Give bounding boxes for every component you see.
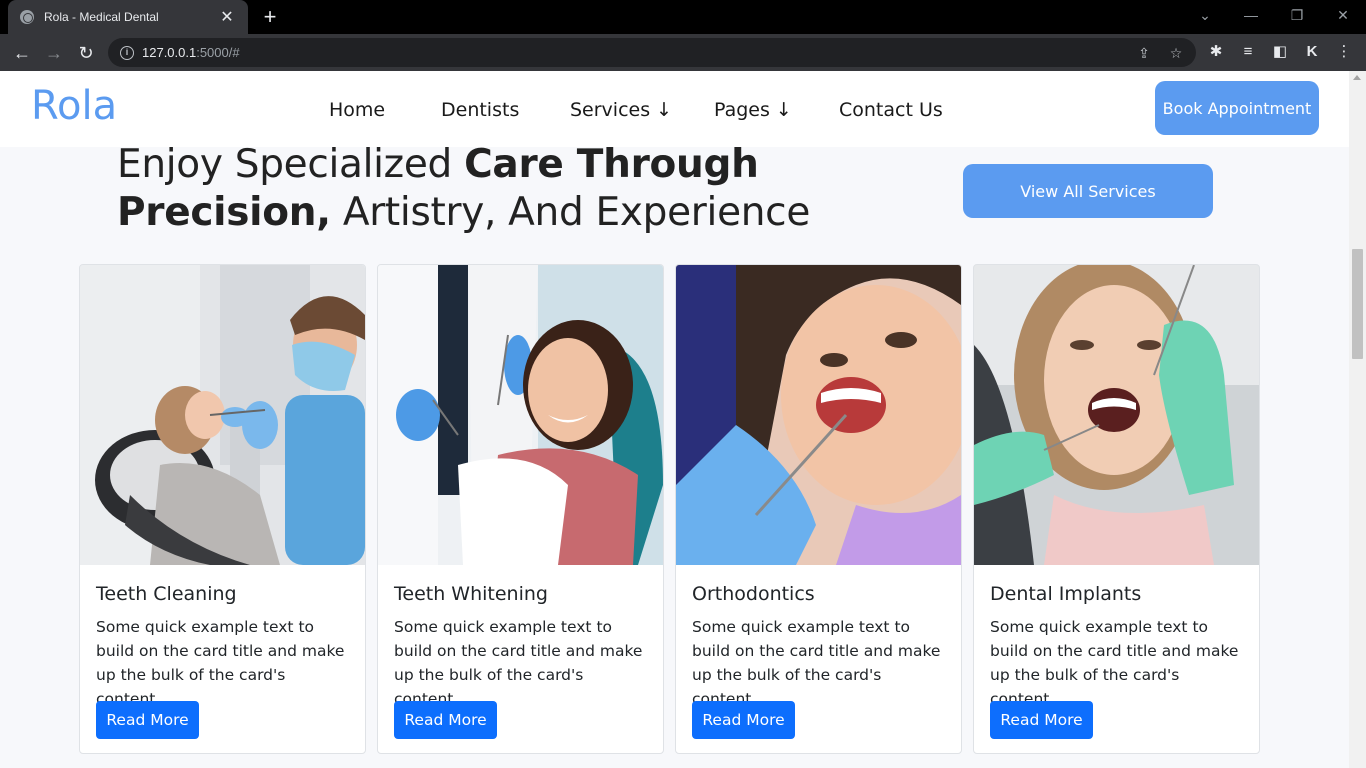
page-viewport: Rola Home Dentists Services ↓ Pages ↓ Co…: [0, 71, 1349, 768]
view-all-services-button[interactable]: View All Services: [963, 164, 1213, 218]
nav-services-dropdown[interactable]: Services ↓: [570, 99, 672, 121]
card-title: Teeth Cleaning: [96, 583, 237, 605]
service-card: Orthodontics Some quick example text to …: [675, 264, 962, 754]
browser-tab-strip: Rola - Medical Dental ✕ + ⌄ — ❐ ✕: [0, 0, 1366, 34]
nav-pages-dropdown[interactable]: Pages ↓: [714, 99, 792, 121]
card-text: Some quick example text to build on the …: [96, 618, 345, 708]
nav-home[interactable]: Home: [329, 99, 385, 121]
close-window-icon[interactable]: ✕: [1320, 0, 1366, 30]
card-image-teeth-whitening: [378, 265, 663, 565]
browser-toolbar: ← → ↻ i 127.0.0.1 :5000/# ⇪ ☆ ✱ ≡ ◧ K ⋮: [0, 34, 1366, 71]
card-title: Dental Implants: [990, 583, 1142, 605]
card-image-orthodontics: [676, 265, 961, 565]
site-info-icon[interactable]: i: [120, 45, 134, 60]
service-card: Teeth Whitening Some quick example text …: [377, 264, 664, 754]
scroll-thumb[interactable]: [1352, 249, 1363, 359]
heading-part: Artistry, And Experience: [330, 190, 811, 235]
profile-k-icon[interactable]: K: [1302, 42, 1322, 62]
site-navbar: Rola Home Dentists Services ↓ Pages ↓ Co…: [0, 71, 1349, 147]
page-scrollbar[interactable]: [1349, 71, 1366, 768]
url-host: 127.0.0.1: [142, 45, 197, 60]
tab-search-icon[interactable]: ⌄: [1182, 0, 1228, 30]
minimize-icon[interactable]: —: [1228, 0, 1274, 30]
nav-contact-us[interactable]: Contact Us: [839, 99, 943, 121]
tab-title: Rola - Medical Dental: [44, 10, 159, 24]
card-text: Some quick example text to build on the …: [692, 618, 941, 708]
side-panel-icon[interactable]: ◧: [1270, 42, 1290, 62]
card-text: Some quick example text to build on the …: [990, 618, 1239, 708]
card-text: Some quick example text to build on the …: [394, 618, 643, 708]
reload-icon[interactable]: ↻: [72, 39, 100, 67]
bookmark-star-icon[interactable]: ☆: [1168, 45, 1184, 61]
share-icon[interactable]: ⇪: [1136, 45, 1152, 61]
extensions-puzzle-icon[interactable]: ✱: [1206, 42, 1226, 62]
read-more-button[interactable]: Read More: [990, 701, 1093, 739]
read-more-button[interactable]: Read More: [96, 701, 199, 739]
book-appointment-button[interactable]: Book Appointment: [1155, 81, 1319, 135]
close-tab-icon[interactable]: ✕: [218, 7, 236, 27]
card-title: Teeth Whitening: [394, 583, 548, 605]
card-title: Orthodontics: [692, 583, 815, 605]
url-path: :5000/#: [196, 45, 240, 60]
card-image-dental-implants: [974, 265, 1259, 565]
forward-icon[interactable]: →: [40, 39, 68, 67]
service-card: Teeth Cleaning Some quick example text t…: [79, 264, 366, 754]
section-heading: Enjoy Specialized Care Through Precision…: [117, 141, 817, 237]
heading-bold-part: Precision,: [117, 190, 331, 235]
heading-part: Enjoy Specialized: [117, 142, 465, 187]
new-tab-button[interactable]: +: [258, 4, 282, 30]
read-more-button[interactable]: Read More: [394, 701, 497, 739]
globe-icon: [20, 10, 34, 24]
scroll-up-arrow-icon[interactable]: [1353, 75, 1361, 80]
back-icon[interactable]: ←: [8, 39, 36, 67]
service-card: Dental Implants Some quick example text …: [973, 264, 1260, 754]
address-bar[interactable]: i 127.0.0.1 :5000/# ⇪ ☆: [108, 38, 1196, 67]
read-more-button[interactable]: Read More: [692, 701, 795, 739]
brand-logo[interactable]: Rola: [31, 83, 117, 129]
reading-list-icon[interactable]: ≡: [1238, 42, 1258, 62]
browser-tab[interactable]: Rola - Medical Dental ✕: [8, 0, 248, 34]
heading-bold-part: Care Through: [464, 142, 759, 187]
nav-dentists[interactable]: Dentists: [441, 99, 519, 121]
restore-icon[interactable]: ❐: [1274, 0, 1320, 30]
menu-kebab-icon[interactable]: ⋮: [1334, 42, 1354, 62]
card-image-teeth-cleaning: [80, 265, 365, 565]
